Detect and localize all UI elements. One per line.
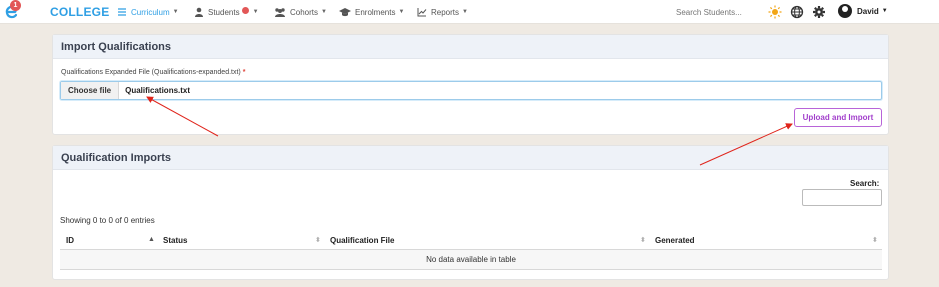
nav-enrolments-label: Enrolments xyxy=(355,7,396,17)
graduation-cap-icon xyxy=(339,8,351,17)
import-qualifications-panel: Import Qualifications Qualifications Exp… xyxy=(52,34,889,135)
column-header-generated[interactable]: Generated xyxy=(655,236,695,245)
entries-info: Showing 0 to 0 of 0 entries xyxy=(60,216,155,225)
file-input[interactable]: Choose file Qualifications.txt xyxy=(60,81,882,100)
selected-file-name: Qualifications.txt xyxy=(125,86,191,95)
table-search-label: Search: xyxy=(850,179,880,188)
chevron-down-icon: ▼ xyxy=(881,8,888,14)
chevron-down-icon: ▼ xyxy=(321,9,327,15)
nav-curriculum[interactable]: Curriculum ▼ xyxy=(117,6,179,18)
sun-icon[interactable] xyxy=(768,5,782,19)
table-header-row: ID ▲ Status ⬍ Qualification File ⬍ Gener… xyxy=(60,230,882,250)
qualification-imports-panel: Qualification Imports Search: Showing 0 … xyxy=(52,145,889,280)
required-mark: * xyxy=(242,69,246,76)
imports-table: ID ▲ Status ⬍ Qualification File ⬍ Gener… xyxy=(60,230,882,270)
app-logo[interactable]: 1 xyxy=(4,0,21,21)
chevron-down-icon: ▼ xyxy=(252,9,259,15)
nav-reports-label: Reports xyxy=(431,7,460,17)
student-search-input[interactable] xyxy=(670,4,756,20)
nav-curriculum-label: Curriculum xyxy=(131,7,170,17)
chevron-down-icon: ▼ xyxy=(462,9,468,15)
choose-file-button[interactable]: Choose file xyxy=(61,82,120,99)
sort-icon[interactable]: ⬍ xyxy=(872,236,878,244)
column-header-qualification-file[interactable]: Qualification File xyxy=(330,236,394,245)
file-field-label-text: Qualifications Expanded File (Qualificat… xyxy=(61,69,241,76)
users-icon xyxy=(275,8,285,17)
user-icon xyxy=(195,7,203,17)
sort-ascending-icon[interactable]: ▲ xyxy=(148,236,155,243)
globe-icon[interactable] xyxy=(790,5,804,19)
nav-cohorts-label: Cohorts xyxy=(290,7,319,17)
user-menu[interactable]: David ▼ xyxy=(838,4,888,18)
file-field-label: Qualifications Expanded File (Qualificat… xyxy=(61,69,245,76)
chevron-down-icon: ▼ xyxy=(398,9,405,15)
logo-notification-badge: 1 xyxy=(10,0,21,11)
avatar xyxy=(838,4,852,18)
upload-and-import-button[interactable]: Upload and Import xyxy=(794,108,882,127)
top-navbar: 1 COLLEGE Curriculum ▼ Students ▼ Cohort… xyxy=(0,0,939,24)
menu-lines-icon xyxy=(118,8,126,16)
brand-name[interactable]: COLLEGE xyxy=(50,5,109,19)
panel-title: Qualification Imports xyxy=(53,146,888,170)
sort-icon[interactable]: ⬍ xyxy=(640,236,646,244)
sort-icon[interactable]: ⬍ xyxy=(315,236,321,244)
user-name: David xyxy=(857,6,879,16)
column-header-status[interactable]: Status xyxy=(163,236,187,245)
line-chart-icon xyxy=(417,8,427,17)
gear-icon[interactable] xyxy=(812,5,826,19)
nav-enrolments[interactable]: Enrolments ▼ xyxy=(339,6,404,18)
nav-students[interactable]: Students ▼ xyxy=(194,6,259,18)
panel-title: Import Qualifications xyxy=(53,35,888,59)
table-search-input[interactable] xyxy=(802,189,882,206)
nav-students-label: Students xyxy=(208,7,240,17)
empty-table-message: No data available in table xyxy=(60,250,882,270)
nav-cohorts[interactable]: Cohorts ▼ xyxy=(274,6,327,18)
column-header-id[interactable]: ID xyxy=(66,236,74,245)
notification-dot xyxy=(241,6,249,14)
nav-reports[interactable]: Reports ▼ xyxy=(417,6,468,18)
chevron-down-icon: ▼ xyxy=(172,9,179,15)
